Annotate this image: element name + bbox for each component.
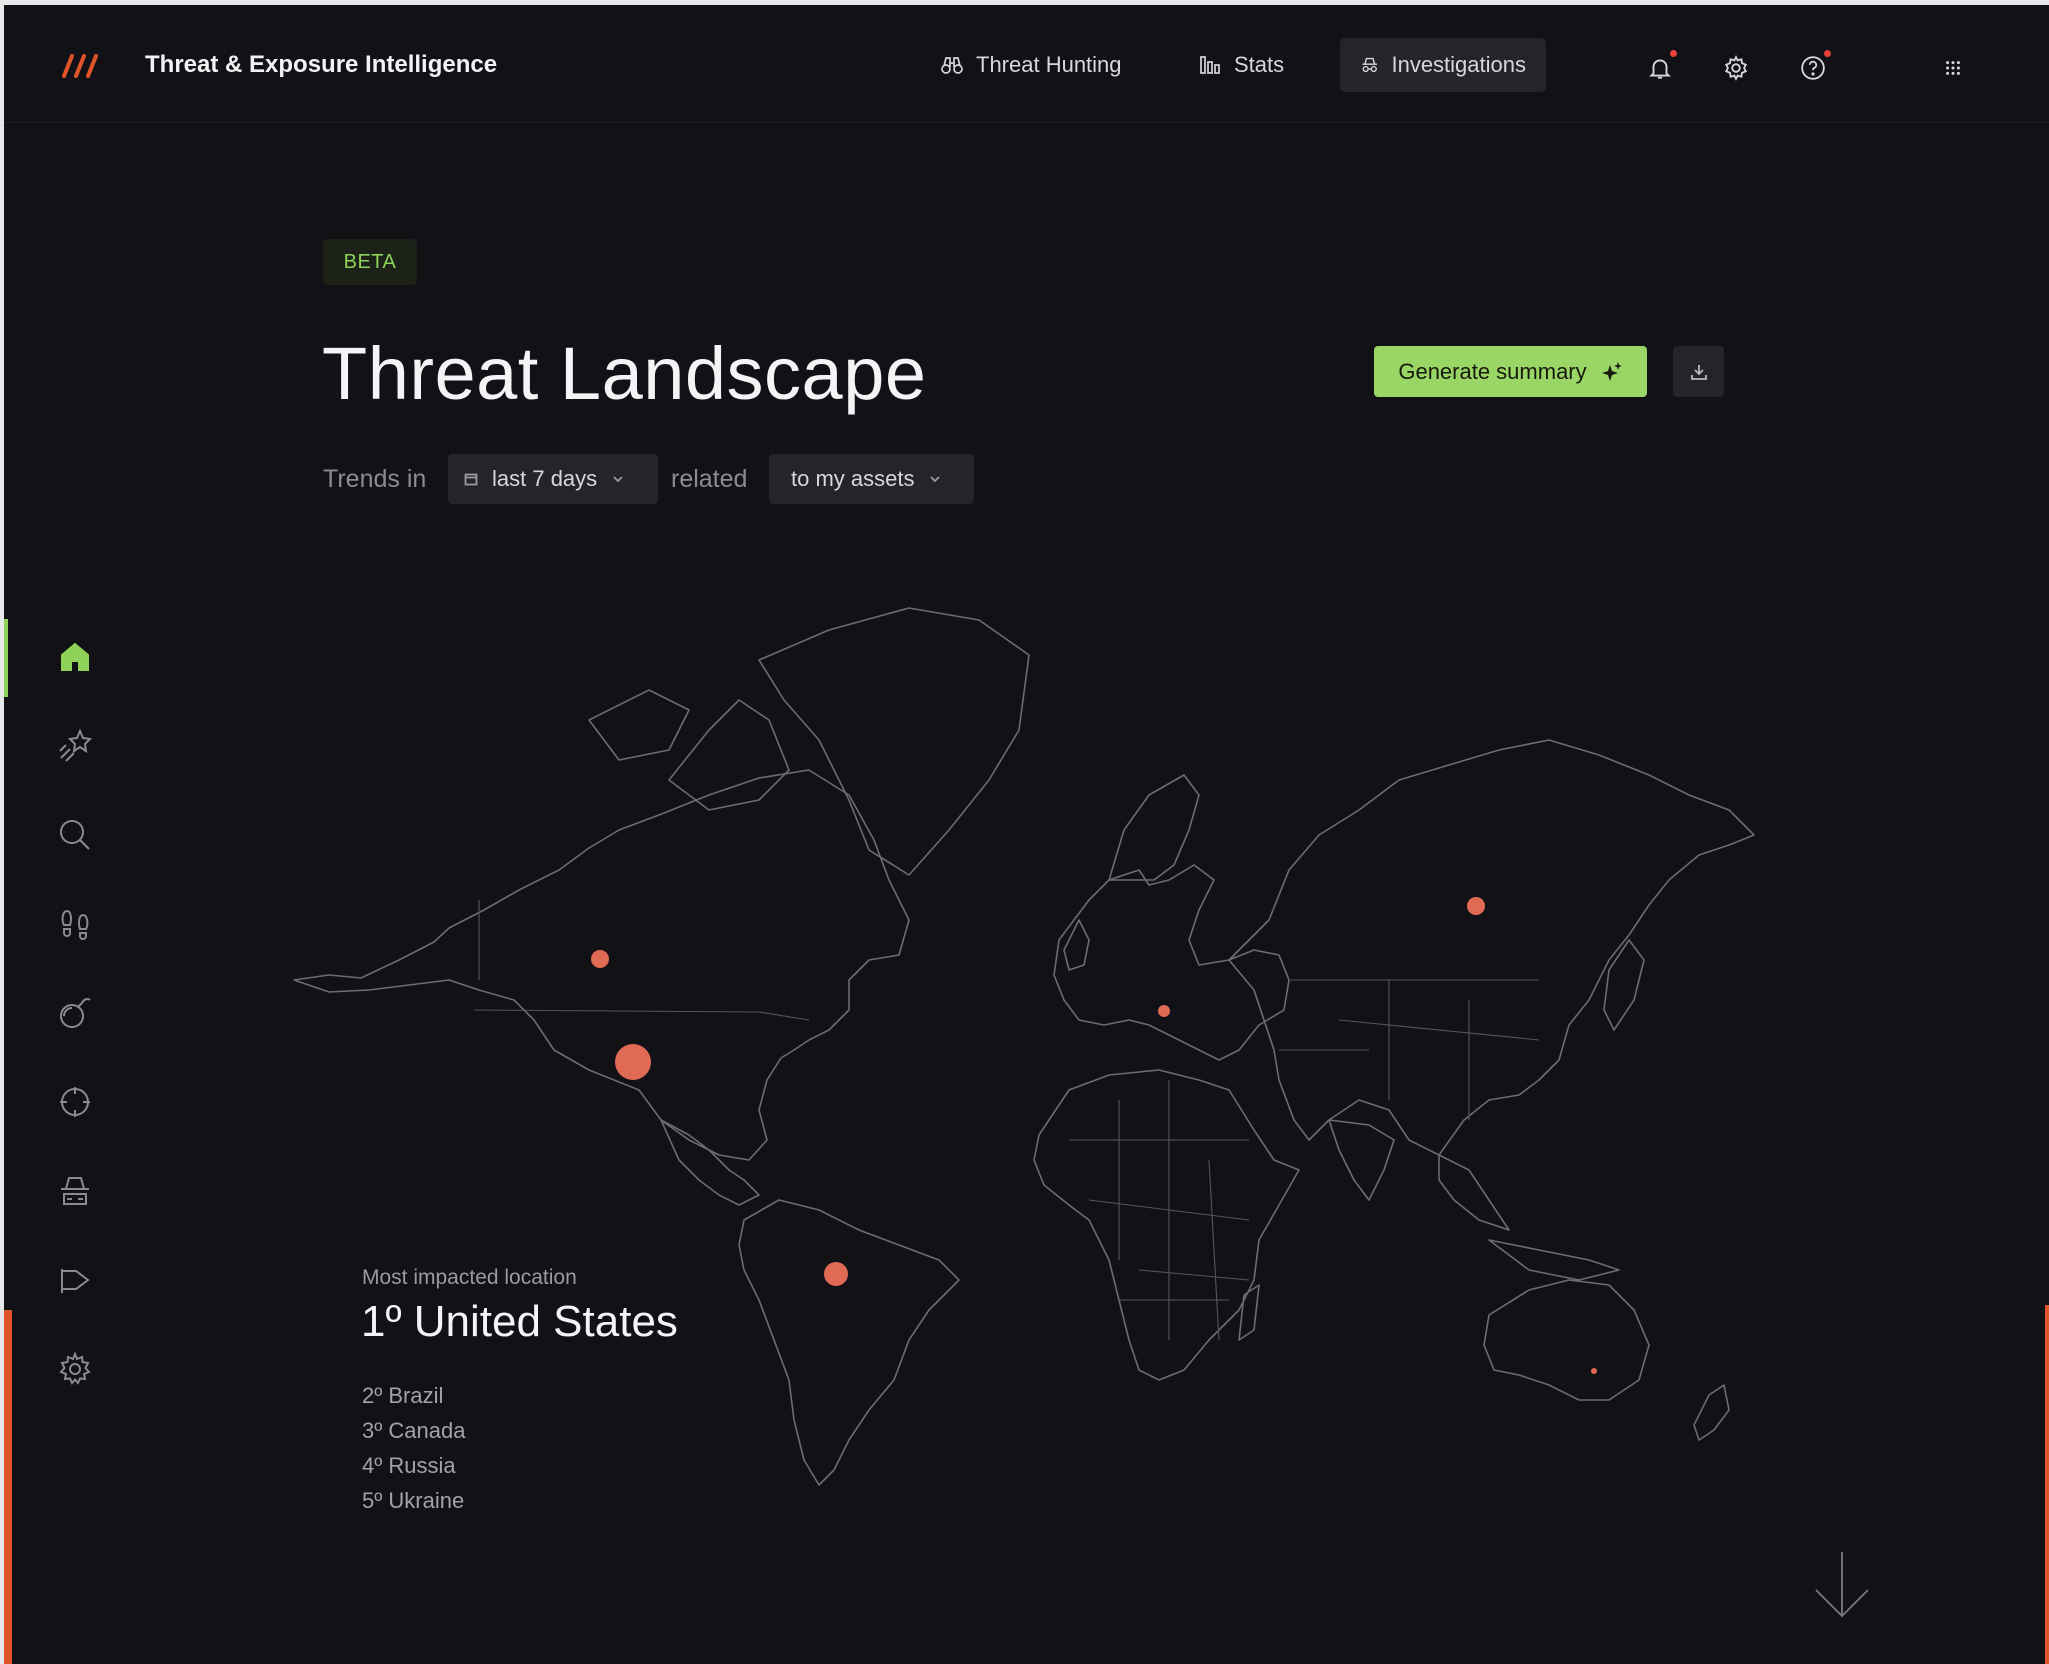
notification-dot <box>1670 50 1677 57</box>
filter-prefix: Trends in <box>323 465 427 493</box>
settings-button[interactable] <box>1723 55 1749 81</box>
scroll-down-button[interactable] <box>1814 1550 1870 1620</box>
spy-icon <box>61 1177 89 1205</box>
impact-rank-item: 3º Canada <box>362 1418 466 1443</box>
help-icon <box>1801 56 1825 80</box>
hotspot-ukraine[interactable] <box>1158 1005 1170 1017</box>
search-icon <box>60 820 90 850</box>
download-button[interactable] <box>1673 346 1724 397</box>
sparkle-icon <box>1601 361 1622 381</box>
map-south-america <box>738 1199 960 1486</box>
map-scandinavia <box>1108 774 1200 881</box>
sidebar-item-actors[interactable] <box>56 1172 94 1210</box>
period-select[interactable]: last 7 days <box>448 454 658 504</box>
map-africa <box>1033 1069 1300 1381</box>
hotspot-brazil[interactable] <box>824 1262 848 1286</box>
help-dot <box>1824 50 1831 57</box>
map-japan <box>1603 939 1645 1031</box>
map-asia <box>1228 739 1755 1156</box>
map-new-zealand <box>1693 1384 1730 1441</box>
scope-select[interactable]: to my assets <box>769 454 974 504</box>
bar-chart-icon <box>1200 56 1220 74</box>
brand-logo[interactable] <box>62 54 106 78</box>
beta-badge: BETA <box>323 239 417 285</box>
nav-label: Investigations <box>1391 52 1526 77</box>
map-arctic-islands <box>588 689 790 811</box>
bomb-icon <box>60 998 91 1028</box>
nav-threat-hunting[interactable]: Threat Hunting <box>920 38 1142 92</box>
detective-icon <box>1362 57 1378 73</box>
gear-icon <box>1724 55 1748 81</box>
sidebar-item-home[interactable] <box>56 638 94 676</box>
top-bar: Threat & Exposure Intelligence Threat Hu… <box>4 5 2049 123</box>
generate-summary-label: Generate summary <box>1398 358 1587 384</box>
page-title: Threat Landscape <box>322 332 927 415</box>
map-madagascar <box>1238 1284 1260 1341</box>
brand-strip-left <box>4 1310 12 1664</box>
footprints-icon <box>61 909 89 940</box>
crosshair-icon <box>60 1087 90 1117</box>
app-title: Threat & Exposure Intelligence <box>145 51 498 78</box>
arrow-down-icon <box>1815 1552 1869 1618</box>
map-us-canada-border <box>473 900 810 1021</box>
map-asia-borders <box>1279 979 1540 1120</box>
binoculars-icon <box>941 57 963 74</box>
app-window: Threat & Exposure Intelligence Threat Hu… <box>4 5 2049 1664</box>
nav-investigations[interactable]: Investigations <box>1340 38 1546 92</box>
map-central-america <box>660 1119 760 1206</box>
period-value: last 7 days <box>492 466 598 491</box>
settings-icon <box>59 1351 91 1385</box>
chevron-down-icon <box>930 476 941 483</box>
shooting-star-icon <box>59 728 93 762</box>
apps-grid-icon <box>1946 61 1960 75</box>
impact-rank-item: 5º Ukraine <box>362 1488 465 1513</box>
filter-joiner: related <box>671 465 748 493</box>
brand-strip-right <box>2045 1305 2049 1664</box>
home-icon <box>61 642 89 671</box>
generate-summary-button[interactable]: Generate summary <box>1374 346 1647 397</box>
impact-rank-item: 4º Russia <box>362 1453 456 1478</box>
sidebar-item-malware[interactable] <box>56 994 94 1032</box>
map-australia <box>1483 1279 1650 1401</box>
download-icon <box>1690 364 1707 380</box>
megaphone-icon <box>61 1269 90 1293</box>
impact-top-location: 1º United States <box>361 1297 678 1346</box>
map-europe <box>1053 864 1290 1061</box>
apps-menu-button[interactable] <box>1940 55 1966 81</box>
hotspot-russia[interactable] <box>1467 897 1485 915</box>
nav-stats[interactable]: Stats <box>1178 38 1304 92</box>
sidebar-item-campaigns[interactable] <box>56 1261 94 1299</box>
calendar-icon <box>464 473 478 486</box>
impact-label: Most impacted location <box>362 1266 577 1289</box>
notifications-button[interactable] <box>1647 55 1673 81</box>
scope-value: to my assets <box>791 466 915 491</box>
impact-rank-item: 2º Brazil <box>362 1383 444 1408</box>
nav-label: Stats <box>1234 52 1285 77</box>
sidebar-item-targets[interactable] <box>56 1083 94 1121</box>
hotspot-canada[interactable] <box>591 950 609 968</box>
sidebar-item-settings[interactable] <box>56 1350 94 1388</box>
sidebar-active-indicator <box>4 619 8 697</box>
map-africa-borders <box>1069 1080 1250 1341</box>
nav-label: Threat Hunting <box>976 52 1122 77</box>
world-map[interactable] <box>289 580 1789 1500</box>
help-button[interactable] <box>1800 55 1826 81</box>
hotspot-united-states[interactable] <box>615 1044 651 1080</box>
map-southeast-asia <box>1438 1154 1620 1281</box>
sidebar-item-tracking[interactable] <box>56 905 94 943</box>
bell-icon <box>1649 59 1671 79</box>
map-greenland <box>758 607 1030 876</box>
sidebar-item-threats[interactable] <box>56 727 94 765</box>
hotspot-australia[interactable] <box>1591 1368 1597 1374</box>
chevron-down-icon <box>613 476 623 483</box>
map-india <box>1328 1119 1395 1201</box>
sidebar-item-search[interactable] <box>56 816 94 854</box>
